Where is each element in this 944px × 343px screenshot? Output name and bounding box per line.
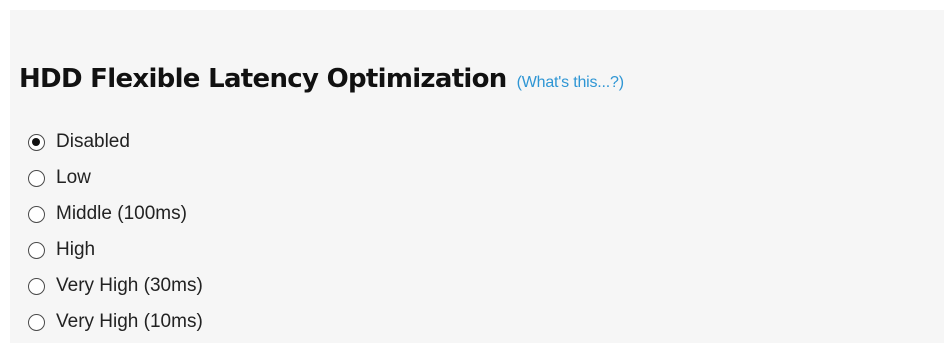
option-label: Very High (30ms): [56, 275, 203, 296]
radio-button[interactable]: [28, 313, 45, 331]
option-label: Very High (10ms): [56, 311, 203, 332]
option-label: Low: [56, 167, 91, 188]
option-label: Disabled: [56, 131, 130, 152]
radio-button[interactable]: [28, 241, 45, 259]
option-label: High: [56, 239, 96, 260]
heading-row: HDD Flexible Latency Optimization (What'…: [19, 62, 624, 96]
option-very-high-30ms[interactable]: Very High (30ms): [28, 268, 203, 304]
option-label: Middle (100ms): [56, 203, 187, 224]
latency-options-group: Disabled Low Middle (100ms) High Very Hi…: [28, 124, 203, 340]
radio-button[interactable]: [28, 133, 45, 151]
option-very-high-10ms[interactable]: Very High (10ms): [28, 304, 203, 340]
radio-button[interactable]: [28, 205, 45, 223]
option-middle-100ms[interactable]: Middle (100ms): [28, 196, 203, 232]
whats-this-link[interactable]: (What's this...?): [517, 74, 624, 92]
settings-panel: HDD Flexible Latency Optimization (What'…: [10, 10, 944, 343]
section-title: HDD Flexible Latency Optimization: [19, 64, 507, 94]
option-high[interactable]: High: [28, 232, 203, 268]
option-low[interactable]: Low: [28, 160, 203, 196]
radio-button[interactable]: [28, 277, 45, 295]
radio-button[interactable]: [28, 169, 45, 187]
option-disabled[interactable]: Disabled: [28, 124, 203, 160]
